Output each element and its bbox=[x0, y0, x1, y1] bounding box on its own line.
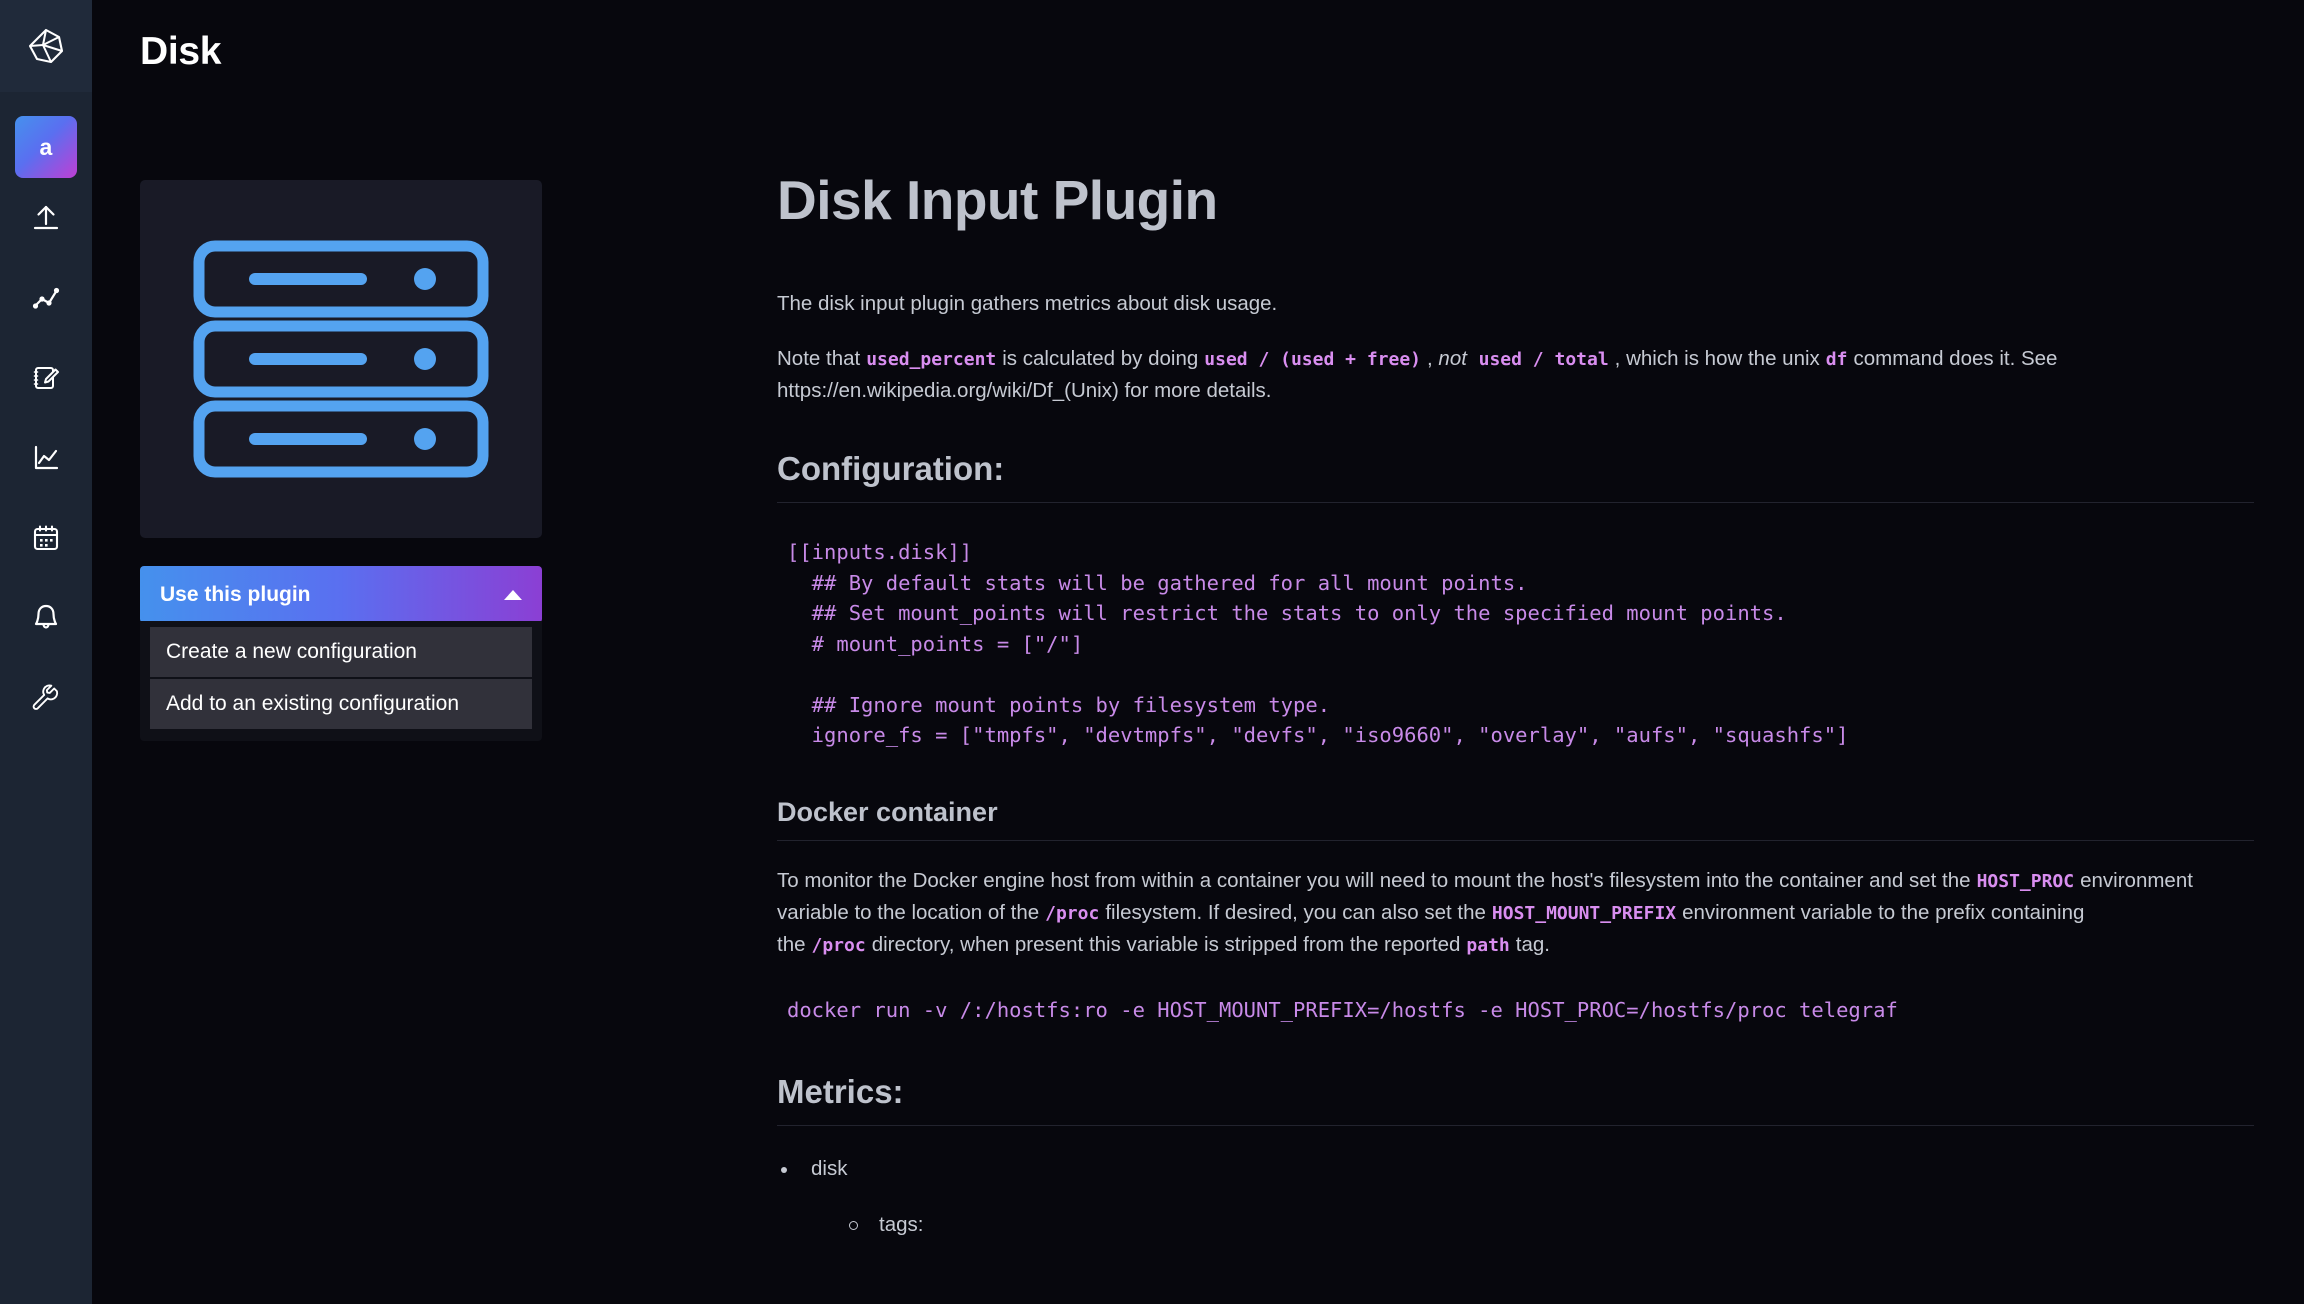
note-text-1: Note that bbox=[777, 347, 861, 370]
code-host-mount-prefix: HOST_MOUNT_PREFIX bbox=[1491, 902, 1677, 924]
code-path: path bbox=[1466, 934, 1510, 956]
doc-note-paragraph: Note that used_percent is calculated by do… bbox=[777, 343, 2254, 406]
menu-item-label: Add to an existing configuration bbox=[166, 692, 460, 715]
use-this-plugin-label: Use this plugin bbox=[160, 582, 311, 606]
left-navbar: a bbox=[0, 0, 92, 1304]
metrics-sublist: tags: bbox=[845, 1210, 2254, 1240]
code-used-percent: used_percent bbox=[866, 349, 997, 370]
plugin-action-group: Use this plugin Create a new configurati… bbox=[140, 566, 542, 741]
use-this-plugin-button[interactable]: Use this plugin bbox=[140, 566, 542, 623]
disk-stack-icon bbox=[191, 234, 491, 484]
menu-item-create-new-configuration[interactable]: Create a new configuration bbox=[150, 627, 532, 677]
calendar-icon bbox=[30, 522, 62, 554]
docker-paragraph: To monitor the Docker engine host from w… bbox=[777, 865, 2254, 961]
plugin-doc: Disk Input Plugin The disk input plugin … bbox=[552, 0, 2304, 1304]
list-item: tags: bbox=[845, 1210, 2254, 1240]
doc-intro-paragraph: The disk input plugin gathers metrics ab… bbox=[777, 292, 1278, 315]
code-df: df bbox=[1825, 349, 1848, 370]
metrics-heading: Metrics: bbox=[777, 1073, 2254, 1126]
menu-item-label: Create a new configuration bbox=[166, 640, 417, 663]
content-row: Use this plugin Create a new configurati… bbox=[92, 0, 2304, 1304]
plugin-dropdown-menu: Create a new configuration Add to an exi… bbox=[140, 621, 542, 741]
plugin-card bbox=[140, 180, 542, 538]
metric-sub-label: tags: bbox=[879, 1213, 924, 1236]
sidebar-item-tasks[interactable] bbox=[0, 498, 92, 578]
data-explorer-icon bbox=[30, 282, 62, 314]
chevron-up-icon bbox=[504, 589, 522, 600]
code-proc-2: /proc bbox=[811, 934, 866, 956]
docker-container-heading: Docker container bbox=[777, 797, 2254, 841]
code-used-over-used-plus-free: used / (used + free) bbox=[1204, 349, 1422, 370]
wrench-icon bbox=[30, 682, 62, 714]
metrics-list: disk tags: bbox=[777, 1154, 2254, 1240]
code-host-proc: HOST_PROC bbox=[1976, 870, 2075, 892]
doc-title: Disk Input Plugin bbox=[777, 169, 1218, 231]
note-text-4: , which is how the unix bbox=[1614, 347, 1820, 370]
code-used-over-total: used / total bbox=[1478, 349, 1609, 370]
sidebar-item-alerts[interactable] bbox=[0, 578, 92, 658]
note-emphasis-not: not bbox=[1438, 347, 1467, 370]
configuration-heading: Configuration: bbox=[777, 450, 2254, 503]
docker-text-1: To monitor the Docker engine host from w… bbox=[777, 868, 1971, 892]
avatar[interactable]: a bbox=[15, 116, 77, 178]
influxdb-logo[interactable] bbox=[0, 0, 92, 92]
sidebar-item-dashboards[interactable] bbox=[0, 418, 92, 498]
docker-text-6: tag. bbox=[1515, 932, 1550, 956]
bell-icon bbox=[30, 602, 62, 634]
docker-text-5: directory, when present this variable is… bbox=[871, 932, 1461, 956]
note-text-2: is calculated by doing bbox=[1002, 347, 1199, 370]
code-proc-1: /proc bbox=[1045, 902, 1100, 924]
dashboard-graph-icon bbox=[30, 442, 62, 474]
page-container: Disk Use this plugin Create a new config… bbox=[92, 0, 2304, 1304]
notebook-edit-icon bbox=[30, 362, 62, 394]
sidebar-item-settings[interactable] bbox=[0, 658, 92, 738]
sidebar-item-load-data[interactable] bbox=[0, 178, 92, 258]
avatar-label: a bbox=[39, 133, 53, 160]
configuration-code-block: [[inputs.disk]] ## By default stats will… bbox=[777, 533, 2254, 755]
sidebar-item-notebooks[interactable] bbox=[0, 338, 92, 418]
app-root: a Disk Use this plugin Create a new conf… bbox=[0, 0, 2304, 1304]
sidebar-item-data-explorer[interactable] bbox=[0, 258, 92, 338]
docker-run-code-block: docker run -v /:/hostfs:ro -e HOST_MOUNT… bbox=[777, 990, 2254, 1029]
list-item: disk tags: bbox=[777, 1154, 2254, 1240]
menu-item-add-to-existing-configuration[interactable]: Add to an existing configuration bbox=[150, 679, 532, 729]
note-text-3: , bbox=[1427, 347, 1433, 370]
metric-label: disk bbox=[811, 1157, 848, 1180]
upload-icon bbox=[30, 202, 62, 234]
plugin-left-panel: Use this plugin Create a new configurati… bbox=[92, 0, 552, 1304]
docker-text-3: filesystem. If desired, you can also set… bbox=[1105, 900, 1486, 924]
